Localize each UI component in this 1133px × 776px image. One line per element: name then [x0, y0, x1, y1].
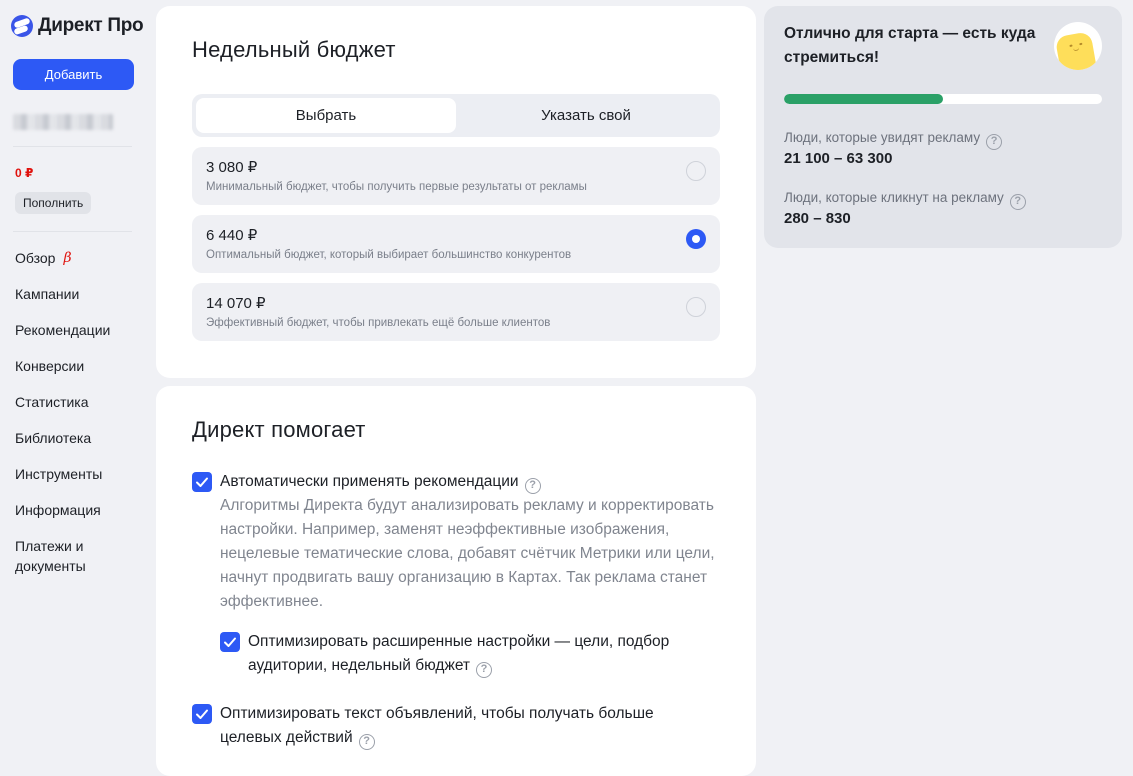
direct-logo-icon: [11, 15, 33, 37]
sidebar-item-label: Статистика: [15, 394, 89, 410]
sidebar: Директ Про Добавить 0 ₽ Пополнить Обзор …: [0, 0, 148, 762]
topup-button[interactable]: Пополнить: [15, 192, 92, 214]
auto-apply-text: Автоматически применять рекомендации? Ал…: [220, 470, 720, 614]
help-icon[interactable]: ?: [524, 478, 541, 494]
help-icon[interactable]: ?: [1009, 194, 1026, 210]
radio-button[interactable]: [686, 297, 706, 317]
budget-description: Оптимальный бюджет, который выбирает бол…: [206, 249, 572, 261]
sidebar-item-campaigns[interactable]: Кампании: [15, 284, 125, 320]
budget-description: Эффективный бюджет, чтобы привлекать ещё…: [206, 317, 551, 329]
divider: [13, 146, 132, 147]
optimize-text-text: Оптимизировать текст объявлений, чтобы п…: [220, 702, 680, 750]
budget-option-min[interactable]: 3 080 ₽ Минимальный бюджет, чтобы получи…: [192, 147, 720, 205]
sidebar-item-label: Обзор: [15, 250, 56, 266]
mascot-body: [1054, 31, 1098, 70]
sidebar-item-label: Кампании: [15, 286, 80, 302]
sidebar-item-label: Библиотека: [15, 430, 92, 446]
mascot-icon: [1054, 22, 1102, 70]
helper-title: Директ помогает: [192, 417, 366, 442]
logo[interactable]: Директ Про: [11, 15, 144, 37]
auto-apply-checkbox[interactable]: [192, 472, 212, 492]
budget-mode-switch: Выбрать Указать свой: [192, 94, 720, 137]
check-icon: [224, 637, 236, 647]
progress-fill: [784, 94, 943, 104]
sidebar-item-label: Информация: [15, 502, 101, 518]
sidebar-item-information[interactable]: Информация: [15, 500, 125, 536]
sidebar-item-overview[interactable]: Обзор β: [15, 248, 125, 284]
radio-button-selected[interactable]: [686, 229, 706, 249]
tab-choose[interactable]: Выбрать: [196, 98, 456, 133]
budget-amount: 14 070 ₽: [206, 295, 266, 312]
budget-description: Минимальный бюджет, чтобы получить первы…: [206, 181, 587, 193]
budget-amount: 3 080 ₽: [206, 159, 258, 176]
reach-label-row: Люди, которые увидят рекламу?: [784, 130, 1003, 150]
help-icon[interactable]: ?: [358, 734, 375, 750]
tab-custom[interactable]: Указать свой: [456, 98, 716, 133]
forecast-panel: Отлично для старта — есть куда стремитьс…: [764, 6, 1122, 248]
optimize-settings-checkbox[interactable]: [220, 632, 240, 652]
direct-helps-card: Директ помогает Автоматически применять …: [156, 386, 756, 776]
optimize-settings-row: Оптимизировать расширенные настройки — ц…: [220, 632, 700, 678]
auto-apply-row: Автоматически применять рекомендации? Ал…: [192, 472, 722, 614]
reach-label: Люди, которые увидят рекламу: [784, 130, 981, 145]
account-name-blurred: [13, 114, 113, 130]
weekly-budget-card: Недельный бюджет Выбрать Указать свой 3 …: [156, 6, 756, 378]
reach-value: 21 100 – 63 300: [784, 150, 893, 167]
budget-option-effective[interactable]: 14 070 ₽ Эффективный бюджет, чтобы привл…: [192, 283, 720, 341]
logo-text: Директ Про: [38, 15, 144, 36]
check-icon: [196, 477, 208, 487]
auto-apply-label: Автоматически применять рекомендации: [220, 473, 519, 490]
forecast-progress-bar: [784, 94, 1102, 104]
check-icon: [196, 709, 208, 719]
budget-option-optimal[interactable]: 6 440 ₽ Оптимальный бюджет, который выби…: [192, 215, 720, 273]
clicks-value: 280 – 830: [784, 210, 851, 227]
optimize-text-label: Оптимизировать текст объявлений, чтобы п…: [220, 705, 654, 746]
mascot-mouth: [1072, 47, 1080, 52]
auto-apply-description: Алгоритмы Директа будут анализировать ре…: [220, 497, 715, 610]
add-button[interactable]: Добавить: [13, 59, 134, 90]
sidebar-item-recommendations[interactable]: Рекомендации: [15, 320, 125, 356]
sidebar-item-statistics[interactable]: Статистика: [15, 392, 125, 428]
help-icon[interactable]: ?: [986, 134, 1003, 150]
sidebar-item-label: Конверсии: [15, 358, 85, 374]
clicks-label: Люди, которые кликнут на рекламу: [784, 190, 1004, 205]
beta-badge: β: [63, 250, 72, 266]
optimize-settings-label: Оптимизировать расширенные настройки — ц…: [248, 633, 670, 674]
budget-title: Недельный бюджет: [192, 37, 396, 62]
balance: 0 ₽: [15, 166, 34, 180]
optimize-text-row: Оптимизировать текст объявлений, чтобы п…: [192, 704, 692, 750]
sidebar-item-tools[interactable]: Инструменты: [15, 464, 125, 500]
sidebar-item-library[interactable]: Библиотека: [15, 428, 125, 464]
forecast-title: Отлично для старта — есть куда стремитьс…: [784, 25, 1036, 66]
sidebar-item-label: Платежи и документы: [15, 538, 86, 574]
mascot-eye: [1079, 42, 1083, 46]
optimize-text-checkbox[interactable]: [192, 704, 212, 724]
sidebar-nav: Обзор β Кампании Рекомендации Конверсии …: [15, 248, 125, 580]
clicks-label-row: Люди, которые кликнут на рекламу?: [784, 190, 1026, 210]
mascot-eye: [1069, 44, 1073, 47]
sidebar-item-label: Инструменты: [15, 466, 103, 482]
help-icon[interactable]: ?: [476, 662, 493, 678]
optimize-settings-text: Оптимизировать расширенные настройки — ц…: [248, 630, 698, 678]
sidebar-item-conversions[interactable]: Конверсии: [15, 356, 125, 392]
sidebar-item-payments[interactable]: Платежи и документы: [15, 536, 125, 580]
divider: [13, 231, 132, 232]
sidebar-item-label: Рекомендации: [15, 322, 111, 338]
budget-amount: 6 440 ₽: [206, 227, 258, 244]
radio-button[interactable]: [686, 161, 706, 181]
